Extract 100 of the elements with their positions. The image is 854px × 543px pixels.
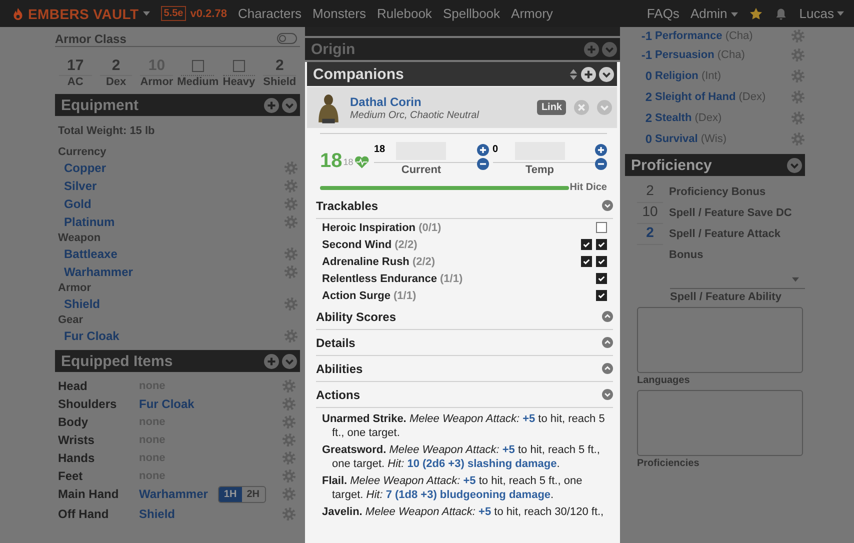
- section-title: Equipped Items: [61, 352, 173, 370]
- gear-icon[interactable]: [791, 48, 805, 62]
- plus-icon[interactable]: [595, 144, 607, 156]
- star-icon[interactable]: [749, 6, 764, 20]
- checkbox[interactable]: [581, 239, 592, 250]
- sort-icon[interactable]: [569, 66, 578, 82]
- checkbox[interactable]: [596, 239, 607, 250]
- companion-name[interactable]: Dathal Corin: [350, 94, 530, 108]
- grip-toggle-button[interactable]: 2H: [242, 486, 265, 502]
- edition-badge: 5.5e: [160, 6, 186, 21]
- hit-dice-label[interactable]: Hit Dice: [570, 182, 607, 193]
- stat-label: Heavy: [222, 76, 256, 88]
- text-area[interactable]: [637, 307, 803, 373]
- trackable-name: Action Surge (1/1): [322, 290, 416, 302]
- gear-icon[interactable]: [284, 329, 298, 343]
- user-menu[interactable]: Lucas: [799, 6, 834, 21]
- gear-icon[interactable]: [284, 197, 298, 211]
- section-title[interactable]: Ability Scores: [316, 310, 396, 324]
- section-title[interactable]: Actions: [316, 388, 360, 402]
- chevron-up-icon[interactable]: [602, 311, 613, 322]
- gear-icon[interactable]: [791, 28, 805, 42]
- bell-icon[interactable]: [774, 6, 788, 20]
- item-link[interactable]: Copper: [64, 161, 106, 175]
- chevron-up-icon[interactable]: [602, 363, 613, 374]
- plus-icon[interactable]: [581, 66, 596, 82]
- stat-label: Armor: [140, 76, 174, 88]
- gear-icon[interactable]: [284, 161, 298, 175]
- nav-link[interactable]: Rulebook: [377, 6, 432, 21]
- close-icon[interactable]: [574, 100, 589, 115]
- trackable-name: Relentless Endurance (1/1): [322, 272, 463, 284]
- chevron-down-icon[interactable]: [602, 200, 613, 211]
- chevron-up-icon[interactable]: [602, 337, 613, 348]
- checkbox[interactable]: [232, 60, 245, 72]
- item-link[interactable]: Warhammer: [64, 265, 133, 279]
- gear-icon[interactable]: [282, 433, 296, 447]
- minus-icon[interactable]: [595, 158, 607, 170]
- caret-icon[interactable]: [731, 12, 738, 18]
- link-button[interactable]: Link: [537, 100, 566, 115]
- gear-icon[interactable]: [284, 215, 298, 229]
- toggle-switch[interactable]: [277, 32, 297, 44]
- nav-link[interactable]: Admin: [690, 6, 738, 21]
- item-link[interactable]: Gold: [64, 197, 92, 211]
- nav-link[interactable]: FAQs: [646, 6, 680, 21]
- gear-icon[interactable]: [284, 179, 298, 193]
- slot-item[interactable]: Shield: [139, 507, 176, 521]
- chevron-down-icon[interactable]: [599, 66, 614, 82]
- group-label: Currency: [58, 145, 108, 159]
- nav-link[interactable]: Spellbook: [442, 6, 500, 21]
- item-link[interactable]: Fur Cloak: [64, 329, 120, 343]
- grip-toggle-button[interactable]: 1H: [218, 486, 242, 502]
- plus-icon[interactable]: [476, 144, 488, 156]
- checkbox[interactable]: [596, 256, 607, 267]
- gear-icon[interactable]: [791, 90, 805, 104]
- gear-icon[interactable]: [284, 297, 298, 311]
- gear-icon[interactable]: [791, 110, 805, 124]
- proficiency-value: 2: [637, 224, 663, 245]
- gear-icon[interactable]: [791, 68, 805, 82]
- stat-value: 2: [263, 57, 296, 76]
- checkbox[interactable]: [596, 290, 607, 301]
- section-title[interactable]: Abilities: [316, 362, 363, 376]
- checkbox[interactable]: [596, 273, 607, 284]
- checkbox[interactable]: [192, 60, 204, 72]
- gear-icon[interactable]: [282, 415, 296, 429]
- gear-icon[interactable]: [282, 379, 296, 393]
- gear-icon[interactable]: [282, 469, 296, 483]
- item-link[interactable]: Silver: [64, 179, 97, 193]
- heart-icon: [354, 154, 370, 170]
- caret-icon[interactable]: [142, 11, 150, 16]
- slot-item[interactable]: Fur Cloak: [139, 397, 194, 411]
- text-area[interactable]: [637, 390, 803, 456]
- caret-icon[interactable]: [792, 276, 799, 282]
- gear-icon[interactable]: [284, 265, 298, 279]
- field-label: Languages: [637, 375, 691, 386]
- group-label: Weapon: [58, 231, 102, 245]
- gear-icon[interactable]: [282, 451, 296, 465]
- checkbox[interactable]: [596, 222, 607, 233]
- slot-item[interactable]: Warhammer: [139, 487, 208, 501]
- item-link[interactable]: Platinum: [64, 215, 115, 229]
- nav-link[interactable]: Armory: [511, 6, 553, 21]
- stat-label: Dex: [106, 76, 126, 88]
- gear-icon[interactable]: [284, 247, 298, 261]
- nav-link[interactable]: Characters: [238, 6, 302, 21]
- gear-icon[interactable]: [282, 507, 296, 521]
- skill-modifier: 2: [644, 110, 652, 124]
- gear-icon[interactable]: [282, 487, 296, 501]
- item-link[interactable]: Shield: [64, 297, 100, 311]
- skill-modifier: -1: [640, 48, 652, 62]
- section-title[interactable]: Details: [316, 336, 356, 350]
- section-title: Armor Class: [55, 32, 126, 46]
- item-link[interactable]: Battleaxe: [64, 247, 118, 261]
- gear-icon[interactable]: [791, 132, 805, 146]
- gear-icon[interactable]: [282, 397, 296, 411]
- chevron-down-icon[interactable]: [602, 389, 613, 400]
- group-label: Armor: [58, 281, 92, 295]
- proficiency-value: 10: [637, 203, 663, 224]
- checkbox[interactable]: [581, 256, 592, 267]
- minus-icon[interactable]: [476, 158, 488, 170]
- brand-name[interactable]: EMBERS VAULT: [28, 6, 139, 22]
- nav-link[interactable]: Monsters: [312, 6, 366, 21]
- caret-icon[interactable]: [837, 11, 844, 16]
